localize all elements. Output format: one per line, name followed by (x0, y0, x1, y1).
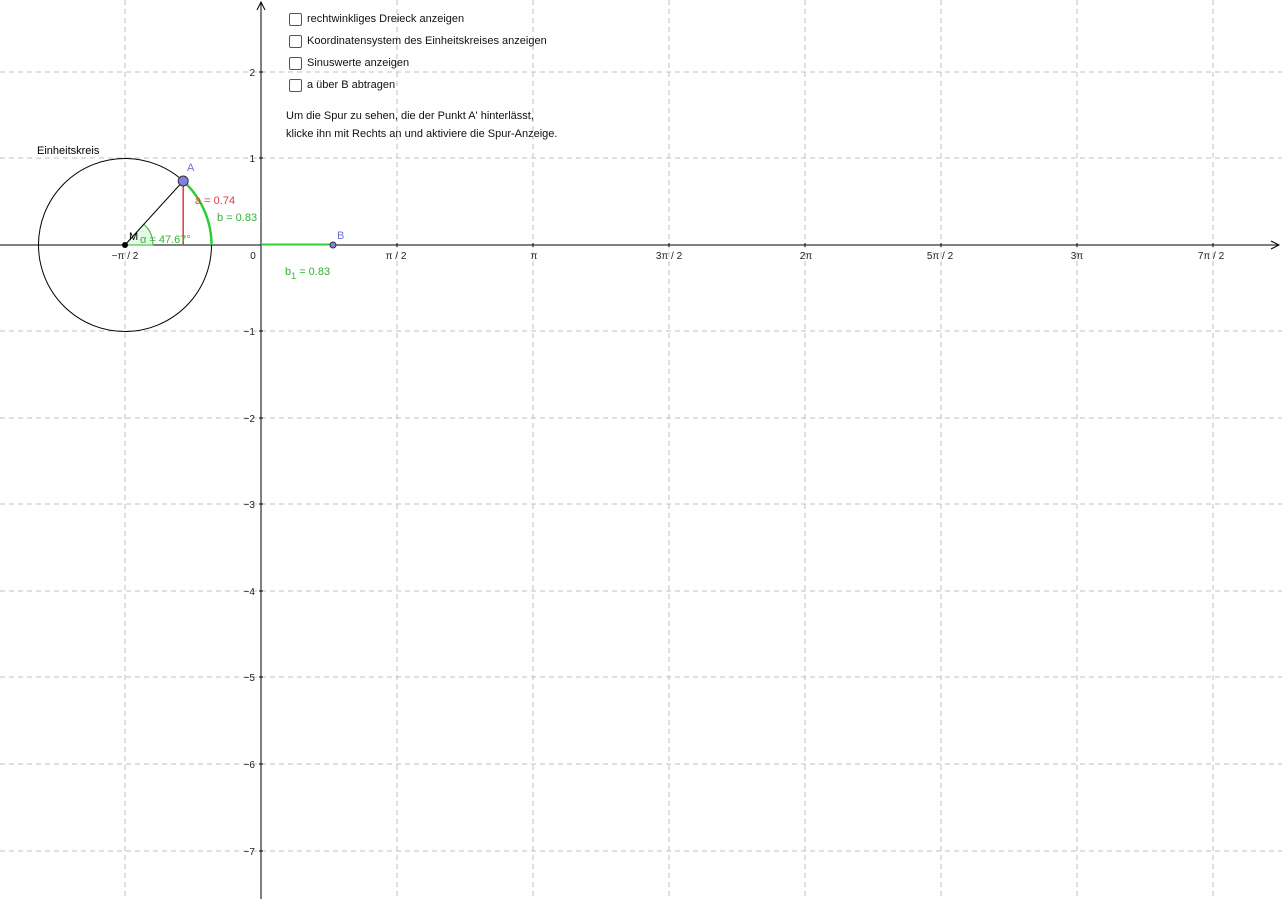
point-b-label: B (337, 230, 344, 242)
point-a[interactable] (177, 175, 189, 187)
x-tick-label: π (531, 251, 538, 262)
x-tick-label: 2π (800, 251, 813, 262)
y-tick-label: −3 (244, 500, 256, 511)
checkbox-label: Koordinatensystem des Einheitskreises an… (307, 35, 547, 47)
checkbox-panel: rechtwinkliges Dreieck anzeigen Koordina… (289, 8, 547, 96)
y-tick-label: −2 (244, 414, 256, 425)
checkbox-icon[interactable] (289, 34, 302, 48)
y-tick-label: −7 (244, 847, 256, 858)
graphics-view[interactable]: −π / 2 0 π / 2 π 3π / 2 2π 5π / 2 3π 7π … (0, 0, 1282, 899)
x-tick-label: 3π / 2 (656, 251, 683, 262)
y-tick-label: −4 (244, 587, 256, 598)
trace-instructions: Um die Spur zu sehen, die der Punkt A' h… (286, 107, 557, 143)
x-tick-label: 3π (1071, 251, 1084, 262)
x-tick-label: 5π / 2 (927, 251, 954, 262)
checkbox-icon[interactable] (289, 12, 302, 26)
checkbox-icon[interactable] (289, 78, 302, 92)
unit-circle-label: Einheitskreis (37, 145, 100, 157)
checkbox-plot-a-over-b[interactable]: a über B abtragen (289, 74, 547, 96)
x-tick-label: −π / 2 (112, 251, 139, 262)
y-tick-label: −6 (244, 760, 256, 771)
label-b1-number: = 0.83 (296, 266, 330, 278)
y-tick-label: −1 (244, 327, 256, 338)
point-m-label: M (129, 231, 138, 243)
trace-instructions-line-2: klicke ihn mit Rechts an und aktiviere d… (286, 128, 558, 140)
checkbox-label: a über B abtragen (307, 79, 396, 91)
checkbox-show-sine-values[interactable]: Sinuswerte anzeigen (289, 52, 547, 74)
label-alpha-value: α = 47.67° (140, 234, 191, 246)
point-a-label: A (187, 162, 195, 174)
checkbox-label: Sinuswerte anzeigen (307, 57, 410, 69)
y-tick-label: 1 (249, 154, 255, 165)
checkbox-show-right-triangle[interactable]: rechtwinkliges Dreieck anzeigen (289, 8, 547, 30)
point-b[interactable] (329, 241, 337, 249)
label-b1-value: b1 = 0.83 (285, 266, 330, 281)
x-tick-label: π / 2 (386, 251, 407, 262)
x-tick-label: 7π / 2 (1198, 251, 1225, 262)
label-a-value: a = 0.74 (195, 195, 235, 207)
y-tick-label: 2 (249, 68, 255, 79)
x-tick-label: 0 (250, 251, 256, 262)
label-b-value: b = 0.83 (217, 212, 257, 224)
y-tick-label: −5 (244, 673, 256, 684)
point-m[interactable] (122, 242, 128, 248)
checkbox-icon[interactable] (289, 56, 302, 70)
checkbox-label: rechtwinkliges Dreieck anzeigen (307, 13, 465, 25)
trace-instructions-line-1: Um die Spur zu sehen, die der Punkt A' h… (286, 110, 534, 122)
checkbox-show-unit-circle-coordinates[interactable]: Koordinatensystem des Einheitskreises an… (289, 30, 547, 52)
